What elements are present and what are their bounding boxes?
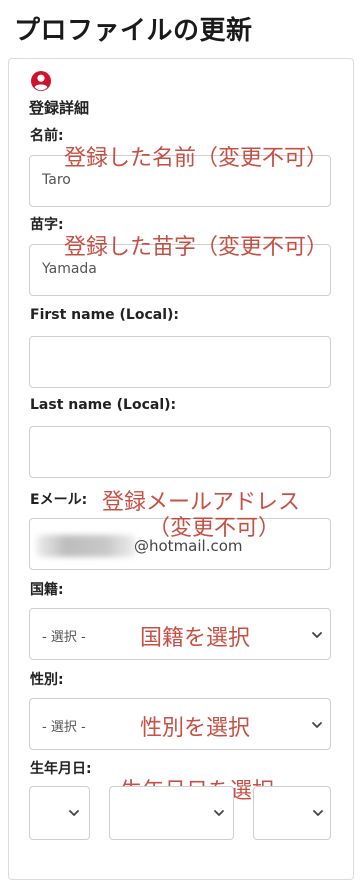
chevron-down-icon — [312, 632, 322, 638]
person-icon — [31, 71, 51, 91]
name-note: 登録した名前（変更不可） — [64, 146, 329, 171]
first-name-local-input[interactable] — [29, 336, 331, 388]
dob-day-select[interactable] — [29, 786, 90, 840]
dob-month-select[interactable] — [109, 786, 234, 840]
page-title: プロファイルの更新 — [14, 16, 253, 46]
gender-placeholder: - 選択 - — [42, 720, 86, 735]
chevron-down-icon — [214, 810, 224, 816]
name-label: 名前: — [30, 128, 64, 144]
nationality-placeholder: - 選択 - — [42, 630, 86, 645]
section-title: 登録詳細 — [29, 99, 90, 117]
gender-note: 性別を選択 — [140, 716, 251, 741]
last-name-local-label: Last name (Local): — [30, 397, 177, 413]
last-name-local-input[interactable] — [29, 426, 331, 478]
dob-label: 生年月日: — [30, 761, 92, 777]
surname-label: 苗字: — [30, 217, 64, 233]
email-note-line2: （変更不可） — [148, 516, 281, 541]
nationality-label: 国籍: — [30, 582, 64, 598]
email-label: Eメール: — [30, 492, 88, 508]
email-redaction — [36, 535, 136, 557]
chevron-down-icon — [312, 722, 322, 728]
gender-label: 性別: — [30, 672, 64, 688]
chevron-down-icon — [69, 810, 79, 816]
surname-value: Yamada — [42, 261, 97, 277]
name-value: Taro — [42, 172, 71, 188]
surname-note: 登録した苗字（変更不可） — [64, 235, 329, 260]
dob-year-select[interactable] — [253, 786, 331, 840]
first-name-local-label: First name (Local): — [30, 307, 180, 323]
nationality-note: 国籍を選択 — [140, 626, 251, 651]
chevron-down-icon — [313, 810, 323, 816]
